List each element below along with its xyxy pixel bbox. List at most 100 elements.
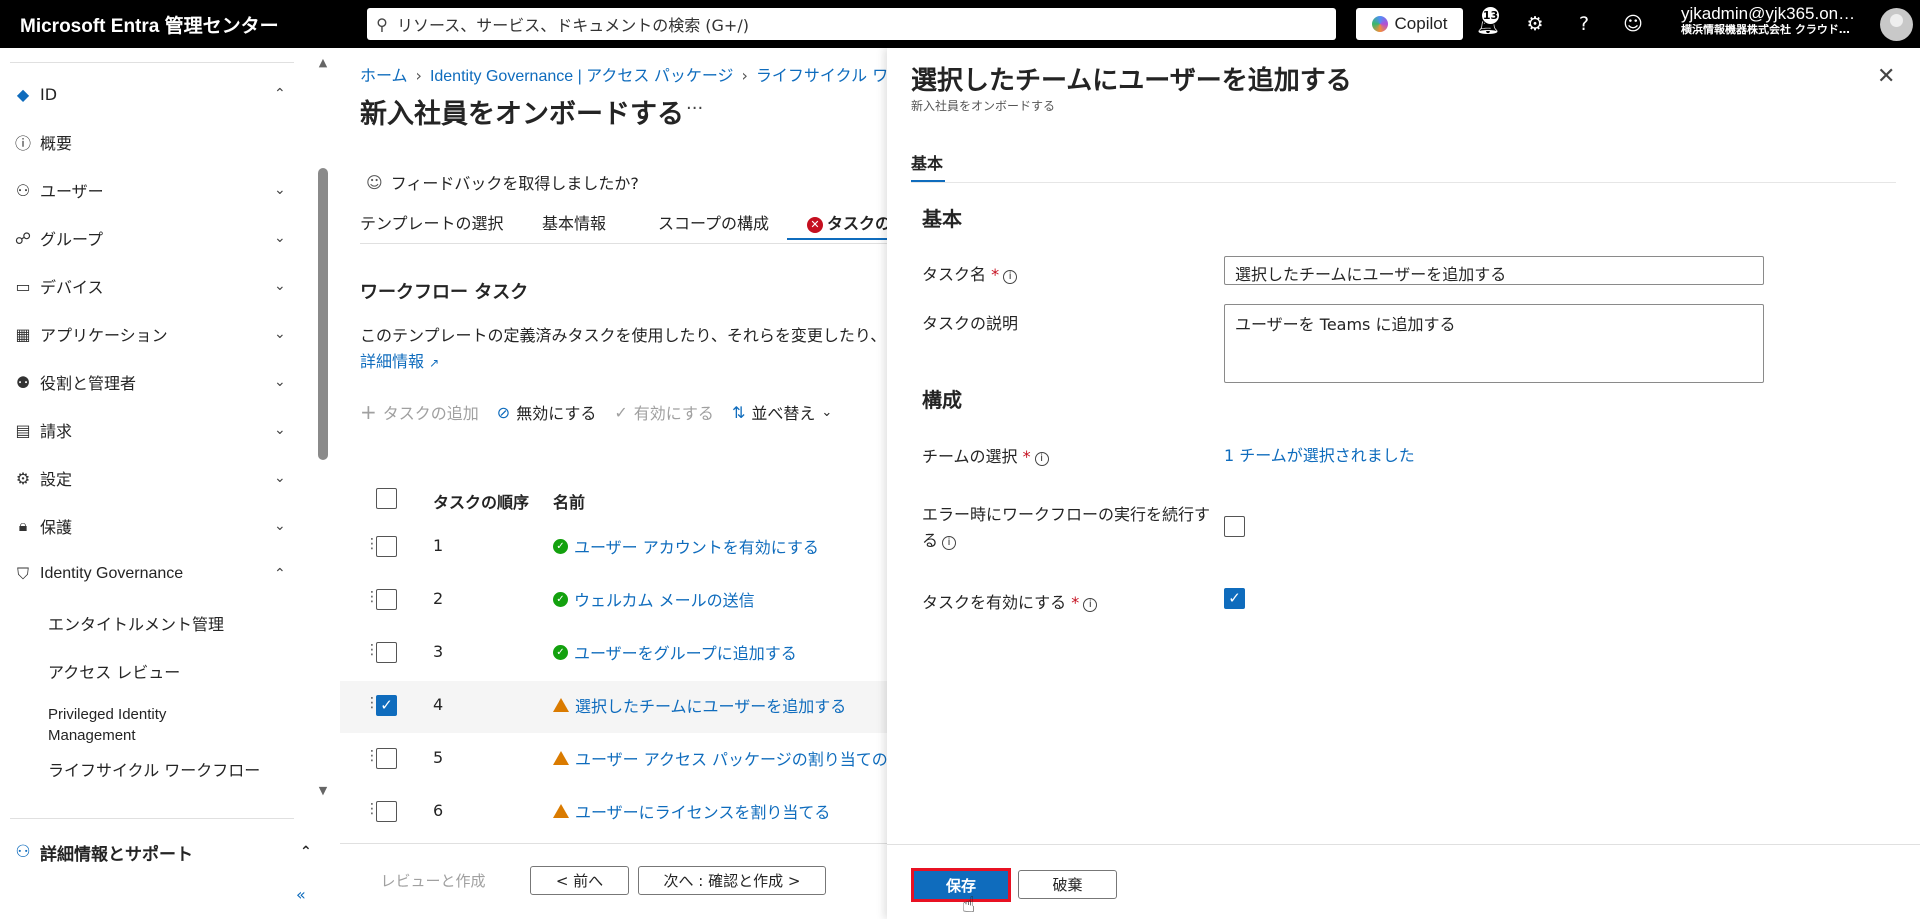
- feedback-icon[interactable]: ☺: [1619, 10, 1647, 38]
- sidebar-item-id[interactable]: ◆ ID ⌃: [0, 74, 312, 114]
- sidebar-item-devices[interactable]: ▭ デバイス ⌄: [0, 266, 312, 306]
- sidebar-item-label: ユーザー: [40, 182, 104, 201]
- task-name-input[interactable]: 選択したチームにユーザーを追加する: [1224, 256, 1764, 285]
- breadcrumb-governance[interactable]: Identity Governance | アクセス パッケージ: [430, 68, 734, 85]
- sidebar-item-users[interactable]: ⚇ ユーザー ⌄: [0, 170, 312, 210]
- task-description-textarea[interactable]: ユーザーを Teams に追加する: [1224, 304, 1764, 383]
- account-name: yjkadmin@yjk365.on…: [1681, 5, 1856, 23]
- tab-basic[interactable]: 基本: [911, 150, 943, 174]
- row-checkbox[interactable]: [376, 801, 397, 822]
- column-header-name[interactable]: 名前: [553, 489, 585, 513]
- scroll-up-arrow[interactable]: ▲: [316, 56, 330, 69]
- task-name: 選択したチームにユーザーを追加する: [575, 697, 847, 716]
- gear-icon: ⚙: [15, 468, 31, 488]
- tab-scope[interactable]: スコープの構成: [658, 210, 769, 234]
- column-header-order[interactable]: タスクの順序: [433, 489, 529, 513]
- help-icon[interactable]: ?: [1570, 10, 1598, 38]
- table-row[interactable]: ⋮ 1 ✓ ユーザー アカウントを有効にする: [340, 522, 887, 574]
- row-checkbox[interactable]: [376, 748, 397, 769]
- row-checkbox[interactable]: ✓: [376, 695, 397, 716]
- brand-title[interactable]: Microsoft Entra 管理センター: [0, 11, 366, 38]
- table-row[interactable]: ⋮ 6 ユーザーにライセンスを割り当てる: [340, 787, 887, 839]
- previous-button[interactable]: < 前へ: [530, 866, 629, 895]
- enable-button[interactable]: ✓ 有効にする: [614, 400, 714, 424]
- save-button[interactable]: 保存: [911, 868, 1011, 902]
- info-icon[interactable]: i: [1034, 452, 1049, 466]
- discard-button[interactable]: 破棄: [1018, 870, 1117, 899]
- success-icon: ✓: [553, 591, 568, 607]
- disable-icon: ⊘: [496, 402, 511, 422]
- sidebar-scrollbar[interactable]: [318, 168, 328, 460]
- sidebar-item-label: ID: [40, 84, 58, 104]
- task-name-link[interactable]: ✓ ユーザー アカウントを有効にする: [553, 534, 819, 558]
- billing-icon: ▤: [15, 420, 31, 440]
- enable-task-checkbox[interactable]: ✓: [1224, 588, 1245, 609]
- sidebar-subitem-access-review[interactable]: アクセス レビュー: [48, 662, 298, 683]
- sort-icon: ⇅: [731, 402, 746, 422]
- wizard-footer: レビューと作成 < 前へ 次へ : 確認と作成 >: [340, 843, 887, 919]
- feedback-link[interactable]: ☺ フィードバックを取得しましたか?: [366, 170, 639, 194]
- collapse-sidebar-icon[interactable]: «: [296, 885, 306, 904]
- sidebar-subitem-lifecycle[interactable]: ライフサイクル ワークフロー: [48, 760, 298, 781]
- search-box[interactable]: ⚲ リソース、サービス、ドキュメントの検索 (G+/): [367, 8, 1336, 40]
- task-name-link[interactable]: ユーザーにライセンスを割り当てる: [553, 799, 830, 823]
- search-icon: ⚲: [376, 14, 388, 34]
- close-icon[interactable]: ✕: [1877, 64, 1895, 89]
- sidebar-item-settings[interactable]: ⚙ 設定 ⌄: [0, 458, 312, 498]
- chevron-up-icon: ⌃: [274, 566, 286, 582]
- team-select-link[interactable]: 1 チームが選択されました: [1224, 442, 1415, 466]
- info-icon[interactable]: i: [1083, 598, 1098, 612]
- select-all-checkbox[interactable]: [376, 488, 397, 509]
- table-row[interactable]: ⋮ 2 ✓ ウェルカム メールの送信: [340, 575, 887, 627]
- row-checkbox[interactable]: [376, 642, 397, 663]
- sidebar-item-applications[interactable]: ▦ アプリケーション ⌄: [0, 314, 312, 354]
- task-name-link[interactable]: ユーザー アクセス パッケージの割り当ての要: [553, 746, 887, 770]
- section-heading: ワークフロー タスク: [360, 282, 529, 303]
- sidebar-item-groups[interactable]: ☍ グループ ⌄: [0, 218, 312, 258]
- next-button[interactable]: 次へ : 確認と作成 >: [638, 866, 826, 895]
- task-description-label: タスクの説明: [922, 314, 1019, 333]
- gear-icon[interactable]: ⚙: [1521, 10, 1549, 38]
- more-options-icon[interactable]: ···: [686, 98, 703, 119]
- table-row[interactable]: ⋮ 3 ✓ ユーザーをグループに追加する: [340, 628, 887, 680]
- sidebar-divider: [10, 818, 294, 819]
- review-create-button[interactable]: レビューと作成: [378, 866, 488, 895]
- task-name: ユーザーにライセンスを割り当てる: [575, 803, 831, 822]
- table-row[interactable]: ⋮ ✓ 4 選択したチームにユーザーを追加する: [340, 681, 887, 733]
- tab-basics[interactable]: 基本情報: [542, 210, 606, 234]
- table-row[interactable]: ⋮ 5 ユーザー アクセス パッケージの割り当ての要: [340, 734, 887, 786]
- task-name-link[interactable]: ✓ ユーザーをグループに追加する: [553, 640, 797, 664]
- chevron-down-icon: ⌄: [274, 422, 286, 438]
- tab-template[interactable]: テンプレートの選択: [360, 210, 504, 234]
- tab-tasks-label: タスクの確: [827, 214, 887, 233]
- task-toolbar: + タスクの追加 ⊘ 無効にする ✓ 有効にする ⇅ 並べ替え ⌄: [360, 400, 832, 424]
- scroll-down-arrow[interactable]: ▼: [316, 784, 330, 797]
- sidebar-item-roles[interactable]: ⚉ 役割と管理者 ⌄: [0, 362, 312, 402]
- breadcrumb-lifecycle[interactable]: ライフサイクル ワー: [756, 66, 887, 85]
- row-checkbox[interactable]: [376, 536, 397, 557]
- sidebar-item-overview[interactable]: ⓘ 概要: [0, 122, 312, 162]
- disable-button[interactable]: ⊘ 無効にする: [497, 400, 597, 424]
- sidebar-item-billing[interactable]: ▤ 請求 ⌄: [0, 410, 312, 450]
- sort-button[interactable]: ⇅ 並べ替え ⌄: [732, 400, 832, 424]
- continue-on-error-checkbox[interactable]: [1224, 516, 1245, 537]
- task-name: ユーザー アクセス パッケージの割り当ての要: [575, 750, 887, 769]
- more-info-link[interactable]: 詳細情報 ↗: [360, 348, 439, 372]
- add-task-button[interactable]: + タスクの追加: [360, 400, 479, 424]
- avatar[interactable]: [1880, 8, 1913, 41]
- copilot-button[interactable]: Copilot: [1356, 8, 1463, 40]
- device-icon: ▭: [15, 276, 31, 296]
- task-name-link[interactable]: 選択したチームにユーザーを追加する: [553, 693, 846, 717]
- sidebar-item-identity-governance[interactable]: ⛉ Identity Governance ⌃: [0, 554, 312, 594]
- sidebar-item-help[interactable]: ⚇ 詳細情報とサポート ⌃: [0, 832, 330, 872]
- info-icon[interactable]: i: [1003, 270, 1018, 284]
- sidebar-item-protection[interactable]: 🔒︎ 保護 ⌄: [0, 506, 312, 546]
- breadcrumb-home[interactable]: ホーム: [360, 66, 408, 85]
- sidebar-subitem-entitlement[interactable]: エンタイトルメント管理: [48, 614, 298, 635]
- info-icon[interactable]: i: [942, 536, 957, 550]
- task-name-link[interactable]: ✓ ウェルカム メールの送信: [553, 587, 755, 611]
- account-info[interactable]: yjkadmin@yjk365.on… 横浜情報機器株式会社 クラウド…: [1681, 5, 1869, 36]
- tab-tasks[interactable]: ✕タスクの確: [807, 210, 887, 234]
- row-checkbox[interactable]: [376, 589, 397, 610]
- sidebar-subitem-pim[interactable]: Privileged Identity Management: [48, 704, 218, 746]
